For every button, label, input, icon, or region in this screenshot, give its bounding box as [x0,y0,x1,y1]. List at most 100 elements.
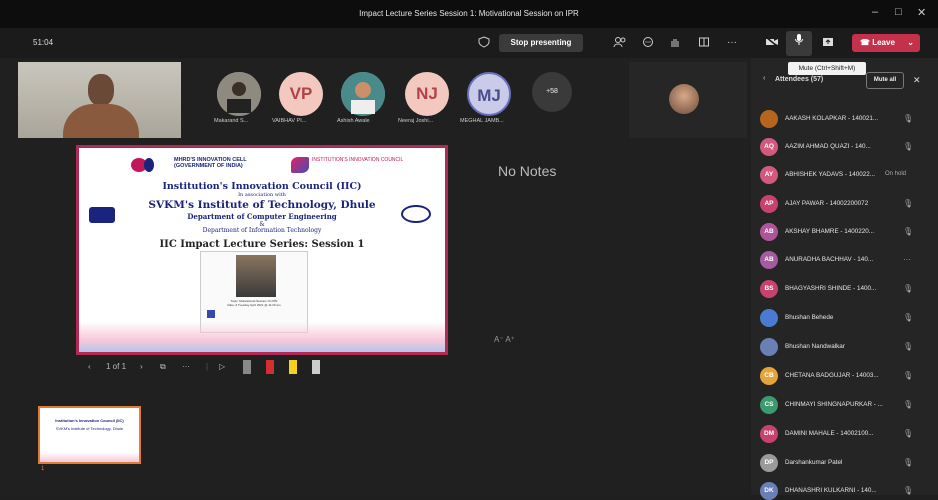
participant-name: Neeraj Joshi... [398,118,434,124]
slide-institute: SVKM's Institute of Technology, Dhule [148,199,376,211]
attendee-row[interactable]: AQ AAZIM AHMAD QUAZI - 140... 🎙 [760,138,935,156]
thumbnail-wave [40,452,139,462]
attendee-row[interactable]: AY ABHISHEK YADAVS - 140022... On hold [760,166,935,184]
participant-avatar[interactable] [217,72,261,116]
mic-muted-icon: 🎙 [903,284,914,293]
red-pen-icon[interactable] [266,360,274,374]
participant-avatar[interactable]: MJ [467,72,511,116]
attendee-name: Bhushan Behede [785,314,834,321]
iic-logo [291,157,309,173]
attendee-name: AAZIM AHMAD QUAZI - 140... [785,143,871,150]
attendee-name: ANURADHA BACHHAV - 140... [785,256,874,263]
attendee-name: AKSHAY BHAMRE - 1400220... [785,228,875,235]
shield-icon[interactable] [476,36,492,50]
back-chevron-icon[interactable]: ‹ [763,75,765,82]
attendee-row[interactable]: BS BHAGYASHRI SHINDE - 1400... 🎙 [760,280,935,298]
maximize-icon[interactable]: □ [895,6,902,18]
shared-slide[interactable]: MHRD'S INNOVATION CELL (GOVERNMENT OF IND… [76,145,448,355]
participant-avatar[interactable] [341,72,385,116]
thumbnail-title: Institution's Innovation Council (IIC) [55,418,124,423]
attendee-row[interactable]: AB ANURADHA BACHHAV - 140... ··· [760,251,935,269]
participant-name: VAIBHAV PI... [272,118,307,124]
avatar: AP [760,195,778,213]
stop-presenting-button[interactable]: Stop presenting [499,34,583,52]
more-options-icon[interactable]: ··· [182,362,190,371]
chat-icon[interactable] [640,36,656,50]
rooms-icon[interactable] [696,36,712,50]
avatar: AY [760,166,778,184]
slide-heading: Institution's Innovation Council (IIC) [162,181,362,192]
notes-placeholder: No Notes [498,163,557,179]
laser-pointer-icon[interactable]: ▷ [219,362,225,371]
font-size-controls[interactable]: A⁻ A⁺ [494,335,515,344]
attendee-row[interactable]: AP AJAY PAWAR - 14002200072 🎙 [760,195,935,213]
mic-muted-icon: 🎙 [903,342,914,351]
chevron-down-icon[interactable]: ⌄ [907,34,914,52]
attendee-row[interactable]: DP Darshankumar Patel 🎙 [760,454,935,472]
share-tray-icon[interactable] [820,36,836,50]
more-icon[interactable]: ··· [903,255,911,264]
attendee-row[interactable]: CB CHETANA BADGUJAR - 14003... 🎙 [760,367,935,385]
mic-muted-icon: 🎙 [903,429,914,438]
mic-muted-icon: 🎙 [903,458,914,467]
highlighter-icon[interactable] [289,360,297,374]
pen-icon[interactable] [243,360,251,374]
slide-session-title: IIC Impact Lecture Series: Session 1 [159,239,365,250]
attendee-row[interactable]: DM DAMINI MAHALE - 14002100... 🎙 [760,425,935,443]
minimize-icon[interactable]: – [872,6,878,18]
participant-video[interactable] [629,62,747,138]
close-panel-icon[interactable]: ✕ [913,75,921,86]
attendees-panel: ‹ Attendees (57) Mute all ✕ AAKASH KOLAP… [751,58,938,500]
mic-muted-icon: 🎙 [903,313,914,322]
attendee-row[interactable]: AB AKSHAY BHAMRE - 1400220... 🎙 [760,223,935,241]
mic-button[interactable] [786,31,812,56]
avatar: DM [760,425,778,443]
avatar: DK [760,482,778,500]
next-slide-icon[interactable]: › [140,362,143,371]
speaker-photo [236,255,276,297]
mic-muted-icon: 🎙 [903,199,914,208]
camera-off-icon[interactable] [764,36,780,50]
attendee-name: CHINMAYI SHINGNAPURKAR - ... [785,401,883,408]
mhrd-logo-part [144,158,154,172]
slide-page: 1 of 1 [106,362,127,371]
eraser-icon[interactable] [312,360,320,374]
mic-muted-icon: 🎙 [903,114,914,123]
attendee-row[interactable]: DK DHANASHRI KULKARNI - 140... 🎙 [760,482,935,500]
thumbnail-subtitle: SVKM's Institute of Technology, Dhule [55,426,124,431]
avatar: BS [760,280,778,298]
mute-all-button[interactable]: Mute all [866,72,904,89]
raise-hand-icon[interactable] [667,36,683,50]
attendee-row[interactable]: CS CHINMAYI SHINGNAPURKAR - ... 🎙 [760,396,935,414]
more-participants-button[interactable]: +58 [532,72,572,112]
avatar [760,338,778,356]
mic-muted-icon: 🎙 [903,142,914,151]
attendee-row[interactable]: Bhushan Nandwalkar 🎙 [760,338,935,356]
attendee-row[interactable]: Bhushan Behede 🎙 [760,309,935,327]
participants-icon[interactable] [612,36,628,50]
attendee-row[interactable]: AAKASH KOLAPKAR - 140021... 🎙 [760,110,935,128]
presenter-video[interactable] [18,62,181,138]
mic-muted-icon: 🎙 [903,371,914,380]
attendee-name: AAKASH KOLAPKAR - 140021... [785,115,879,122]
leave-button[interactable]: ☎ Leave ⌄ [852,34,920,52]
presenter-body [63,104,139,138]
title-bar: Impact Lecture Series Session 1: Motivat… [0,0,938,28]
close-icon[interactable]: ✕ [917,6,926,19]
slide-thumbnail[interactable]: Institution's Innovation Council (IIC) S… [38,406,141,464]
slide-department-ce: Department of Computer Engineering [187,212,337,221]
attendee-name: AJAY PAWAR - 14002200072 [785,200,869,207]
slide-department-it: Department of Information Technology [202,227,322,234]
prev-slide-icon[interactable]: ‹ [88,362,91,371]
avatar [760,309,778,327]
poster-caption: Topic: Motivational Session On IPR Date: … [227,299,281,307]
grid-view-icon[interactable]: ⧉ [160,362,166,372]
more-actions-icon[interactable]: ··· [724,36,740,50]
meeting-timer: 51:04 [33,38,54,47]
participant-avatar[interactable]: VP [279,72,323,116]
slide-wave-decoration [79,322,445,352]
avatar: CB [760,367,778,385]
avatar: AB [760,223,778,241]
attendee-name: Darshankumar Patel [785,459,843,466]
participant-avatar[interactable]: NJ [405,72,449,116]
